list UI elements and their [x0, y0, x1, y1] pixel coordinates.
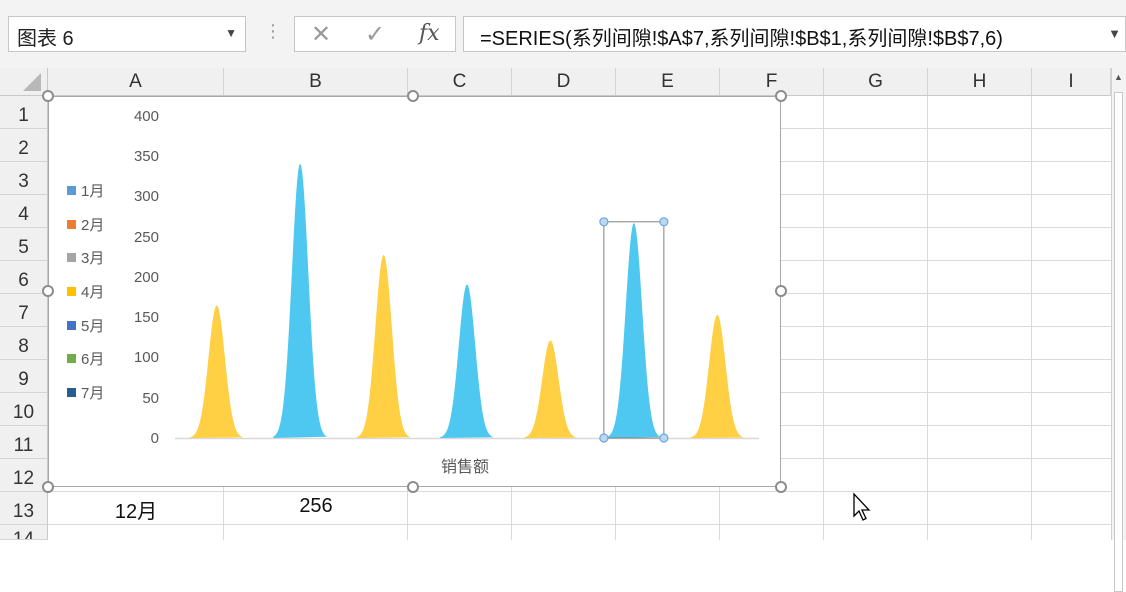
scrollbar-thumb[interactable]	[1114, 92, 1123, 592]
name-box-value: 图表 6	[17, 28, 74, 50]
column-header-a[interactable]: A	[48, 68, 224, 96]
check-icon[interactable]: ✓	[365, 20, 385, 49]
resize-handle[interactable]	[42, 285, 54, 297]
data-peak-4[interactable]	[440, 284, 494, 438]
column-header-d[interactable]: D	[512, 68, 616, 96]
chevron-down-icon[interactable]: ▼	[1108, 26, 1121, 41]
data-peak-6[interactable]	[606, 222, 661, 438]
column-header-g[interactable]: G	[824, 68, 928, 96]
column-header-b[interactable]: B	[224, 68, 408, 96]
resize-handle[interactable]	[42, 481, 54, 493]
fx-icon[interactable]: fx	[419, 21, 440, 46]
x-axis-title: 销售额	[441, 459, 490, 476]
data-peak-7[interactable]	[690, 314, 745, 438]
data-peak-1[interactable]	[189, 305, 244, 438]
selection-handle[interactable]	[659, 217, 669, 227]
column-header-h[interactable]: H	[928, 68, 1032, 96]
formula-buttons: ✕ ✓ fx	[294, 16, 456, 52]
resize-handle[interactable]	[775, 90, 787, 102]
row-header-8[interactable]: 8	[0, 327, 48, 360]
vertical-scrollbar[interactable]: ▲	[1111, 68, 1126, 592]
row-header-14[interactable]: 14	[0, 525, 48, 540]
formula-bar[interactable]: =SERIES(系列间隙!$A$7,系列间隙!$B$1,系列间隙!$B$7,6)…	[463, 16, 1126, 52]
formula-toolbar: 图表 6 ▼ ⋮ ✕ ✓ fx =SERIES(系列间隙!$A$7,系列间隙!$…	[0, 0, 1126, 69]
resize-handle[interactable]	[407, 481, 419, 493]
formula-text[interactable]: =SERIES(系列间隙!$A$7,系列间隙!$B$1,系列间隙!$B$7,6)	[480, 22, 1003, 51]
row-header-10[interactable]: 10	[0, 393, 48, 426]
row-header-11[interactable]: 11	[0, 426, 48, 459]
row-header-4[interactable]: 4	[0, 195, 48, 228]
column-header-c[interactable]: C	[408, 68, 512, 96]
row-header-9[interactable]: 9	[0, 360, 48, 393]
data-peak-5[interactable]	[523, 340, 578, 438]
chart-area[interactable]: 1月 2月 3月 4月 5月 6月 7月 0 50 100 150 200 25…	[48, 96, 781, 487]
chevron-down-icon[interactable]: ▼	[225, 26, 237, 40]
scroll-up-icon[interactable]: ▲	[1114, 72, 1123, 82]
name-box[interactable]: 图表 6 ▼	[8, 16, 246, 52]
mouse-pointer-icon	[853, 492, 871, 521]
cell-b13[interactable]: 256	[224, 495, 408, 518]
resize-handle[interactable]	[407, 90, 419, 102]
row-header-7[interactable]: 7	[0, 294, 48, 327]
close-icon[interactable]: ✕	[311, 20, 331, 49]
resize-handle[interactable]	[42, 90, 54, 102]
resize-handle[interactable]	[775, 481, 787, 493]
selection-handle[interactable]	[659, 433, 669, 443]
column-header-e[interactable]: E	[616, 68, 720, 96]
row-header-1[interactable]: 1	[0, 96, 48, 129]
column-header-i[interactable]: I	[1032, 68, 1111, 96]
data-peak-2[interactable]	[273, 163, 328, 438]
selection-handle[interactable]	[599, 433, 609, 443]
cell-a13[interactable]: 12月	[48, 495, 224, 524]
selection-handle[interactable]	[599, 217, 609, 227]
select-all-corner[interactable]	[0, 68, 48, 96]
data-peak-3[interactable]	[356, 254, 411, 438]
row-header-2[interactable]: 2	[0, 129, 48, 162]
row-header-6[interactable]: 6	[0, 261, 48, 294]
plot-area[interactable]	[49, 97, 782, 488]
row-header-12[interactable]: 12	[0, 459, 48, 492]
more-options-icon[interactable]: ⋮	[264, 20, 282, 42]
column-header-f[interactable]: F	[720, 68, 824, 96]
row-header-3[interactable]: 3	[0, 162, 48, 195]
resize-handle[interactable]	[775, 285, 787, 297]
row-header-13[interactable]: 13	[0, 492, 48, 525]
row-header-5[interactable]: 5	[0, 228, 48, 261]
